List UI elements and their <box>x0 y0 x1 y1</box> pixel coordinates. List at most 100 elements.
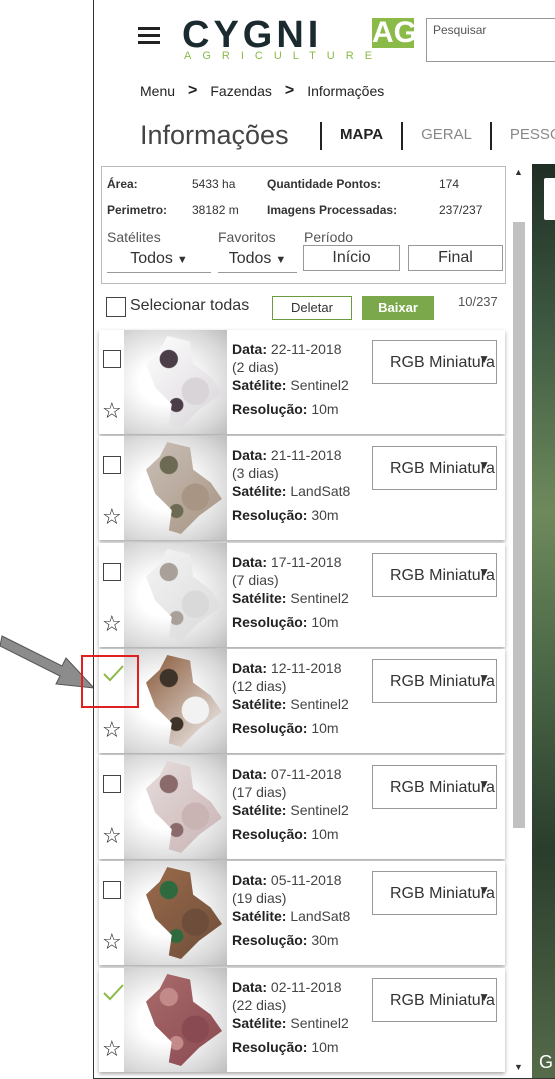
breadcrumb-farms[interactable]: Fazendas <box>210 83 271 99</box>
caret-down-icon: ▼ <box>478 777 490 791</box>
image-card[interactable]: ☆ Data: 05-11-2018 (19 dias) Satélite: L… <box>99 861 505 965</box>
farm-shape <box>146 974 222 1066</box>
image-card[interactable]: ☆ Data: 21-11-2018 (3 dias) Satélite: La… <box>99 436 505 540</box>
scroll-up-icon[interactable]: ▲ <box>514 167 523 177</box>
image-metadata: Data: 02-11-2018 (22 dias) Satélite: Sen… <box>232 978 349 1056</box>
image-resolution: 30m <box>311 507 339 523</box>
image-card[interactable]: ☆ Data: 02-11-2018 (22 dias) Satélite: S… <box>99 968 505 1072</box>
image-metadata: Data: 17-11-2018 (7 dias) Satélite: Sent… <box>232 553 349 631</box>
download-button[interactable]: Baixar <box>362 296 434 320</box>
star-icon[interactable]: ☆ <box>102 931 122 953</box>
screenshot-root: CYGNI AG AGRICULTURE Pesquisar Menu > Fa… <box>0 0 555 1079</box>
image-thumbnail[interactable] <box>124 543 227 647</box>
star-icon[interactable]: ☆ <box>102 719 122 741</box>
image-metadata: Data: 07-11-2018 (17 dias) Satélite: Sen… <box>232 765 349 843</box>
satellite-label: Satélite: <box>232 908 287 924</box>
star-icon[interactable]: ☆ <box>102 400 122 422</box>
favorites-select[interactable]: Todos ▼ <box>218 247 297 273</box>
image-age: (19 dias) <box>232 890 287 906</box>
image-card[interactable]: ☆ Data: 17-11-2018 (7 dias) Satélite: Se… <box>99 543 505 647</box>
image-thumbnail[interactable] <box>124 755 227 859</box>
star-icon[interactable]: ☆ <box>102 1038 122 1060</box>
image-date: 22-11-2018 <box>270 341 342 357</box>
caret-down-icon: ▼ <box>275 254 287 266</box>
annotation-highlight-box <box>81 655 139 708</box>
satellite-label: Satélite: <box>232 802 287 818</box>
image-checkbox[interactable] <box>103 775 121 793</box>
tab-map[interactable]: MAPA <box>320 122 401 150</box>
points-label: Quantidade Pontos: <box>267 177 381 191</box>
star-icon[interactable]: ☆ <box>102 613 122 635</box>
date-label: Data: <box>232 447 268 463</box>
band-select[interactable]: RGB Miniatura ▼ <box>372 659 497 703</box>
resolution-label: Resolução: <box>232 614 308 630</box>
image-checkbox[interactable] <box>103 563 121 581</box>
scroll-down-icon[interactable]: ▼ <box>514 1062 523 1072</box>
satellite-label: Satélite: <box>232 377 287 393</box>
image-checkbox[interactable] <box>103 456 121 474</box>
area-value: 5433 ha <box>192 177 236 191</box>
satellite-map[interactable] <box>532 164 555 1078</box>
image-checkbox[interactable] <box>103 350 121 368</box>
image-satellite: Sentinel2 <box>290 802 349 818</box>
band-select[interactable]: RGB Miniatura ▼ <box>372 978 497 1022</box>
band-select[interactable]: RGB Miniatura ▼ <box>372 553 497 597</box>
breadcrumb: Menu > Fazendas > Informações <box>140 82 384 100</box>
image-resolution: 30m <box>311 932 339 948</box>
scrollbar-thumb[interactable] <box>513 222 525 828</box>
logo: CYGNI AG AGRICULTURE <box>182 16 417 64</box>
points-value: 174 <box>439 177 460 191</box>
image-metadata: Data: 21-11-2018 (3 dias) Satélite: Land… <box>232 446 350 524</box>
period-start-button[interactable]: Início <box>303 245 400 271</box>
hamburger-menu-icon[interactable] <box>138 27 160 44</box>
star-icon[interactable]: ☆ <box>102 506 122 528</box>
image-date: 21-11-2018 <box>270 447 342 463</box>
image-thumbnail[interactable] <box>124 330 227 434</box>
logo-ag-badge: AG <box>372 16 417 49</box>
image-checkbox[interactable] <box>103 881 121 899</box>
band-select[interactable]: RGB Miniatura ▼ <box>372 871 497 915</box>
band-select[interactable]: RGB Miniatura ▼ <box>372 340 497 384</box>
breadcrumb-menu[interactable]: Menu <box>140 83 175 99</box>
app-panel: CYGNI AG AGRICULTURE Pesquisar Menu > Fa… <box>93 0 555 1079</box>
band-select[interactable]: RGB Miniatura ▼ <box>372 446 497 490</box>
image-date: 02-11-2018 <box>270 979 342 995</box>
image-card[interactable]: ☆ Data: 22-11-2018 (2 dias) Satélite: Se… <box>99 330 505 434</box>
date-label: Data: <box>232 872 268 888</box>
period-end-button[interactable]: Final <box>408 245 503 271</box>
favorites-label: Favoritos <box>218 229 276 245</box>
map-attribution: G <box>539 1052 554 1072</box>
image-card[interactable]: ☆ Data: 12-11-2018 (12 dias) Satélite: S… <box>99 649 505 753</box>
image-resolution: 10m <box>311 720 339 736</box>
image-metadata: Data: 05-11-2018 (19 dias) Satélite: Lan… <box>232 871 350 949</box>
area-label: Área: <box>107 177 138 191</box>
tab-general[interactable]: GERAL <box>401 122 490 150</box>
select-all-checkbox[interactable] <box>106 297 126 317</box>
satellites-label: Satélites <box>107 229 161 245</box>
delete-button[interactable]: Deletar <box>272 296 352 320</box>
image-satellite: LandSat8 <box>290 483 351 499</box>
image-thumbnail[interactable] <box>124 649 227 753</box>
image-resolution: 10m <box>311 401 339 417</box>
map-control[interactable] <box>544 178 555 220</box>
image-thumbnail[interactable] <box>124 968 227 1072</box>
date-label: Data: <box>232 660 268 676</box>
tab-people[interactable]: PESSOA <box>489 122 555 150</box>
image-metadata: Data: 12-11-2018 (12 dias) Satélite: Sen… <box>232 659 349 737</box>
image-age: (3 dias) <box>232 465 279 481</box>
image-date: 07-11-2018 <box>270 766 342 782</box>
select-all-label: Selecionar todas <box>130 297 250 314</box>
star-icon[interactable]: ☆ <box>102 825 122 847</box>
band-select[interactable]: RGB Miniatura ▼ <box>372 765 497 809</box>
image-card[interactable]: ☆ Data: 07-11-2018 (17 dias) Satélite: S… <box>99 755 505 859</box>
satellites-select[interactable]: Todos ▼ <box>107 247 211 273</box>
resolution-label: Resolução: <box>232 720 308 736</box>
image-date: 05-11-2018 <box>270 872 342 888</box>
satellite-label: Satélite: <box>232 590 287 606</box>
image-thumbnail[interactable] <box>124 436 227 540</box>
image-thumbnail[interactable] <box>124 861 227 965</box>
search-input[interactable]: Pesquisar <box>426 18 555 62</box>
check-icon[interactable] <box>101 980 125 1004</box>
period-label: Período <box>304 229 354 245</box>
chevron-right-icon: > <box>284 82 295 99</box>
